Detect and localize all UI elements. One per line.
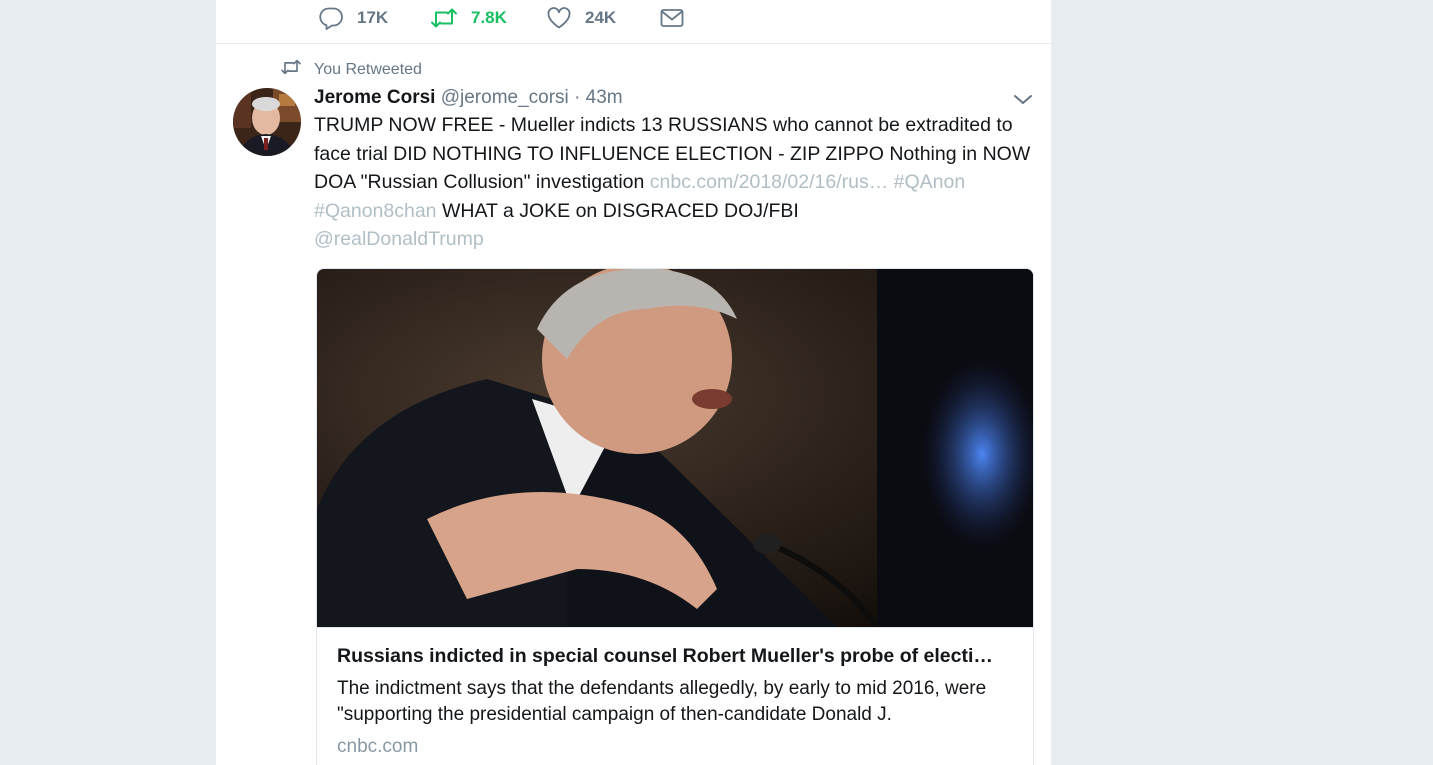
author-avatar[interactable] [233,88,301,156]
direct-message-button[interactable] [659,4,685,32]
mention-realdonaldtrump[interactable]: @realDonaldTrump [314,228,484,250]
author-name[interactable]: Jerome Corsi [314,87,435,108]
card-domain: cnbc.com [337,736,419,757]
tweet-text-tail: WHAT a JOKE on DISGRACED DOJ/FBI [441,199,799,222]
reply-button[interactable]: 17K [318,4,388,32]
tweet-text: TRUMP NOW FREE - Mueller indicts 13 RUSS… [314,111,1036,254]
timeline: 17K 7.8K 24K You Retweeted Jerome Corsi … [215,0,1052,765]
card-title: Russians indicted in special counsel Rob… [337,645,993,667]
retweet-context: You Retweeted [280,58,422,81]
header-separator: · [574,87,581,108]
card-image [317,269,1033,629]
hashtag-qanon[interactable]: #QAnon [894,171,966,193]
tweet-url-link[interactable]: cnbc.com/2018/02/16/rus… [650,171,888,193]
chevron-down-icon [1012,95,1034,112]
reply-count: 17K [357,8,389,27]
heart-icon [546,6,572,30]
envelope-icon [659,6,685,30]
tweet-timestamp[interactable]: 43m [586,87,623,108]
retweet-context-icon [280,58,302,81]
tweet-header: Jerome Corsi @jerome_corsi · 43m [314,85,623,111]
retweet-context-label: You Retweeted [314,60,422,78]
previous-tweet-actions: 17K 7.8K 24K [216,0,1051,44]
like-button[interactable]: 24K [546,4,616,32]
like-count: 24K [585,8,617,27]
author-handle[interactable]: @jerome_corsi [441,87,569,108]
link-card[interactable]: Russians indicted in special counsel Rob… [316,268,1034,765]
retweet-count: 7.8K [471,8,507,27]
retweet-icon [430,6,458,30]
retweet-button[interactable]: 7.8K [430,4,507,32]
tweet-options-button[interactable] [1012,90,1034,108]
hashtag-qanon8chan[interactable]: #Qanon8chan [314,200,437,222]
card-description: The indictment says that the defendants … [337,678,987,725]
reply-icon [318,6,344,30]
